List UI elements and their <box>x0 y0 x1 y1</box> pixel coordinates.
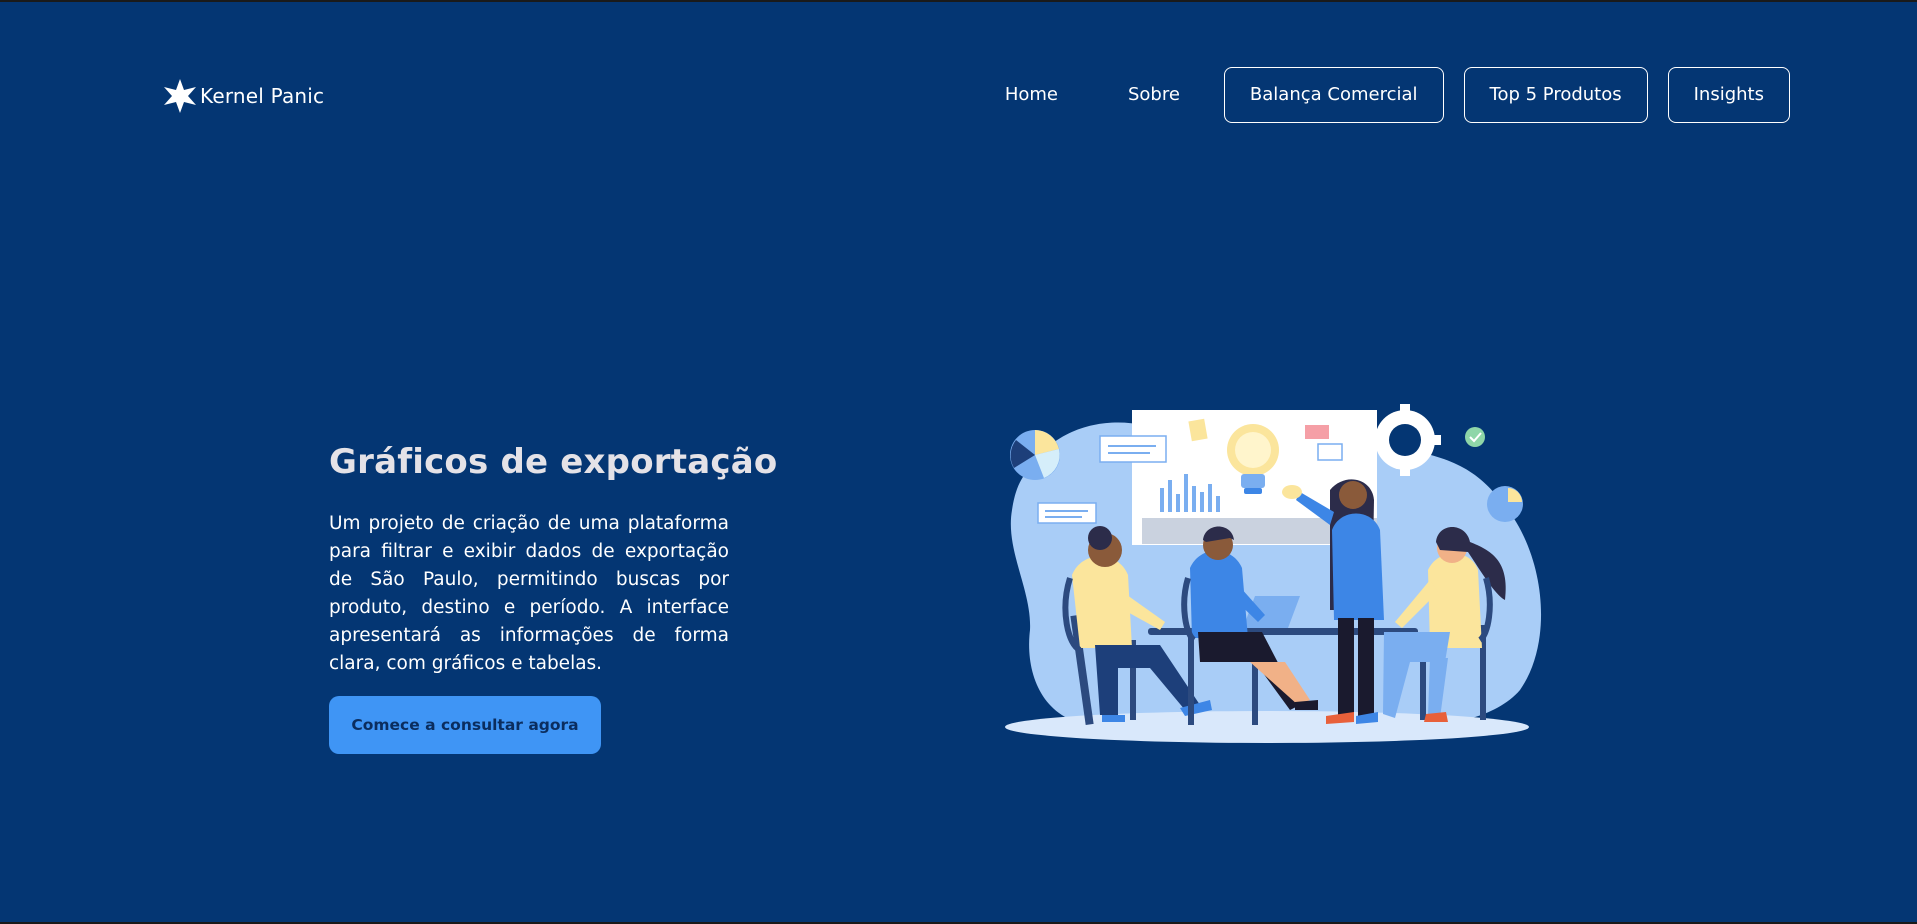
check-icon <box>1465 427 1485 447</box>
floor-shadow <box>1005 711 1529 743</box>
team-meeting-illustration <box>1005 404 1542 743</box>
hero-title: Gráficos de exportação <box>329 442 778 482</box>
logo-text: Kernel Panic <box>200 84 325 108</box>
floating-card-small <box>1037 502 1097 524</box>
hero-description: Um projeto de criação de uma plataforma … <box>329 513 729 674</box>
cta-button[interactable]: Comece a consultar agora <box>329 696 601 754</box>
nav-button-balanca-comercial[interactable]: Balança Comercial <box>1223 67 1444 123</box>
logo[interactable]: Kernel Panic <box>162 78 324 114</box>
pie-chart-icon <box>1010 430 1060 480</box>
nav-link-sobre[interactable]: Sobre <box>1128 67 1180 123</box>
main-nav: Home Sobre Balança Comercial Top 5 Produ… <box>1005 67 1790 123</box>
star-icon <box>164 79 196 113</box>
floating-card <box>1099 435 1167 463</box>
landing-page: Kernel Panic Home Sobre Balança Comercia… <box>0 2 1917 922</box>
nav-link-home[interactable]: Home <box>1005 67 1058 123</box>
nav-button-insights[interactable]: Insights <box>1667 67 1790 123</box>
nav-button-top-5-produtos[interactable]: Top 5 Produtos <box>1463 67 1648 123</box>
